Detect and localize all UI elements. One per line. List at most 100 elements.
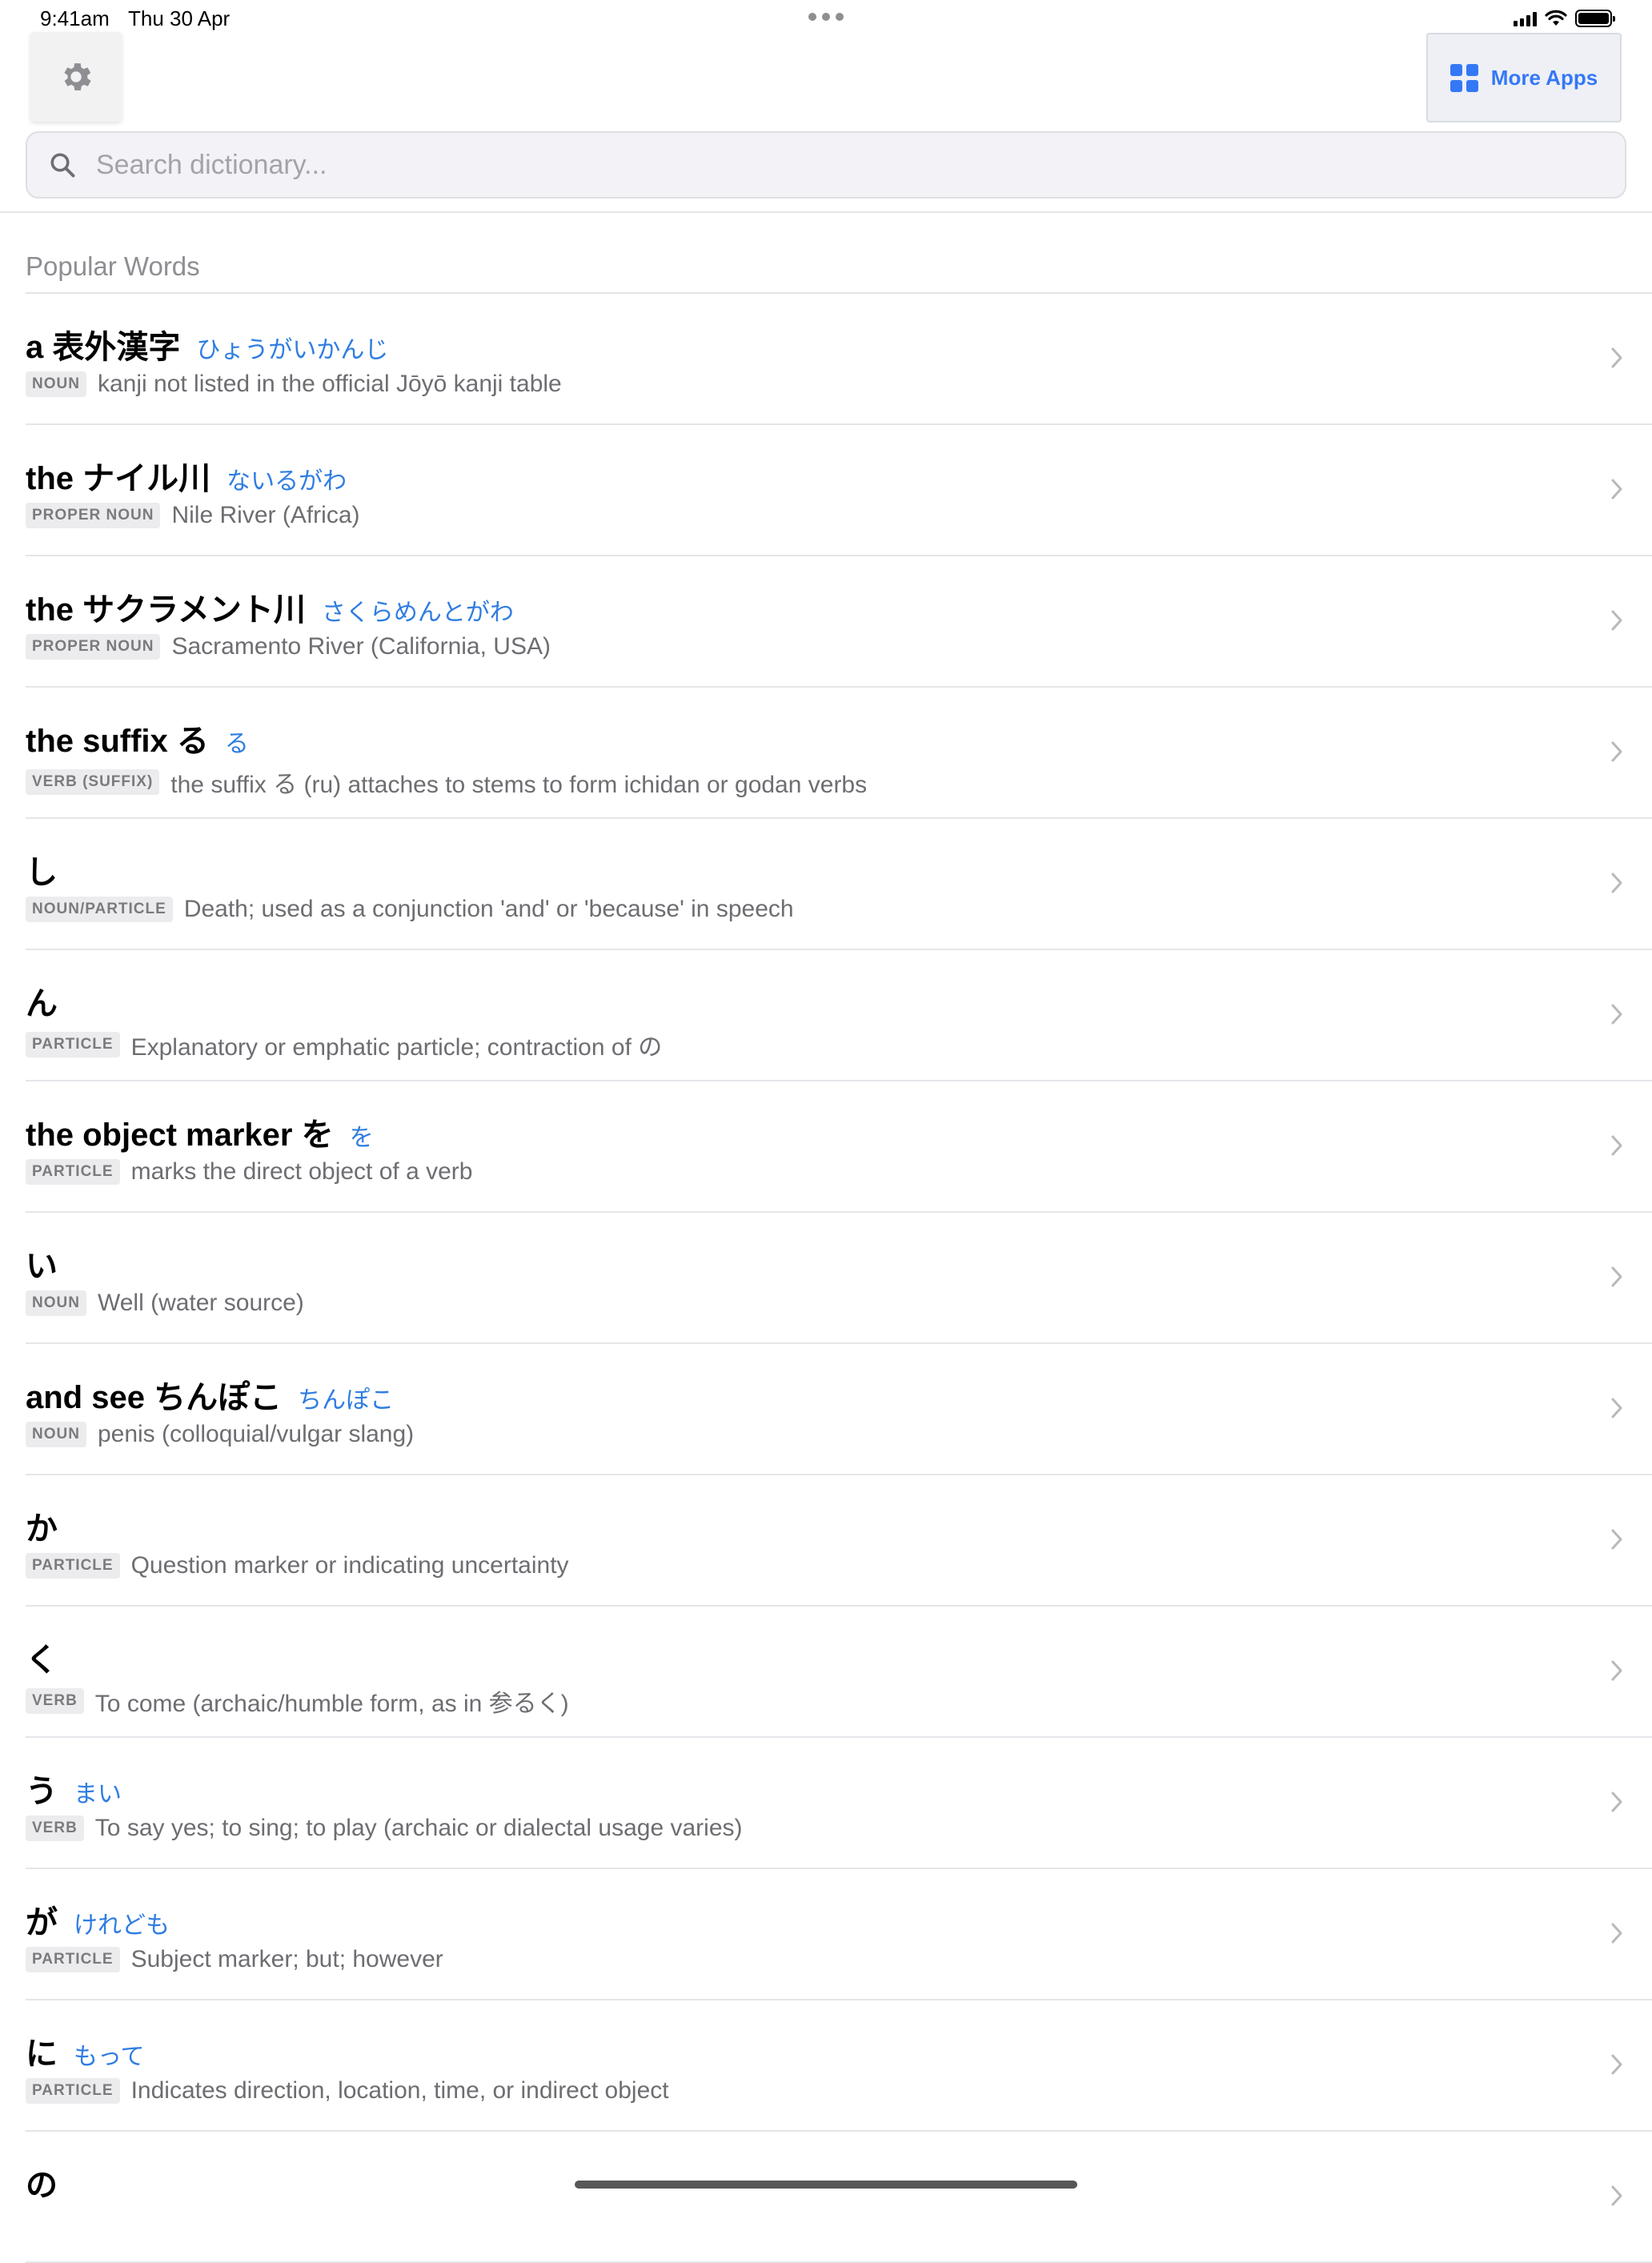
entry-definition: Question marker or indicating uncertaint…: [130, 1552, 569, 1579]
entry-header: and see ちんぽこ ちんぽこ: [26, 1371, 394, 1418]
list-item[interactable]: the ナイル川 ないるがわ PROPER NOUN Nile River (Afri…: [26, 425, 1652, 556]
part-of-speech-badge: PARTICLE: [26, 1947, 120, 1972]
entry-reading: を: [349, 1125, 374, 1151]
list-item[interactable]: a 表外漢字 ひょうがいかんじ NOUN kanji not listed in th…: [26, 294, 1652, 425]
home-indicator[interactable]: [575, 2181, 1077, 2189]
status-indicators: [1514, 8, 1615, 29]
entry-reading: まい: [74, 1781, 122, 1808]
chevron-right-icon: [1611, 1398, 1622, 1418]
entry-term: the suffix る: [26, 724, 209, 759]
entry-reading: ちんぽこ: [298, 1387, 395, 1414]
search-input[interactable]: [94, 148, 1625, 182]
entry-reading: さくらめんとがわ: [321, 600, 514, 626]
entry-definition: Indicates direction, location, time, or …: [130, 2077, 669, 2104]
entry-details: NOUN/PARTICLE Death; used as a conjunctio…: [26, 896, 794, 923]
more-apps-label: More Apps: [1490, 65, 1598, 90]
entry-details: PARTICLE Subject marker; but; however: [26, 1946, 443, 1973]
entry-reading: ないるがわ: [227, 468, 347, 495]
entry-definition: the suffix る (ru) attaches to stems to f…: [170, 772, 868, 798]
part-of-speech-badge: PROPER NOUN: [26, 503, 161, 528]
chevron-right-icon: [1611, 610, 1622, 631]
chevron-right-icon: [1611, 2054, 1622, 2075]
settings-button[interactable]: [30, 32, 122, 122]
multitasking-dots-icon[interactable]: [808, 13, 844, 21]
list-item[interactable]: うまい VERB To say yes; to sing; to play (arc…: [26, 1738, 1652, 1869]
part-of-speech-badge: PROPER NOUN: [26, 634, 161, 660]
entry-term: the ナイル川: [26, 461, 211, 496]
word-list: a 表外漢字 ひょうがいかんじ NOUN kanji not listed in th…: [0, 294, 1652, 2263]
entry-details: PARTICLE Indicates direction, location, t…: [26, 2077, 669, 2105]
wifi-icon: [1545, 10, 1567, 26]
entry-definition: penis (colloquial/vulgar slang): [97, 1421, 415, 1447]
part-of-speech-badge: NOUN: [26, 1290, 86, 1316]
entry-header: うまい: [26, 1765, 122, 1812]
entry-details: PARTICLE Question marker or indicating un…: [26, 1552, 569, 1579]
part-of-speech-badge: VERB (SUFFIX): [26, 769, 160, 795]
list-item[interactable]: and see ちんぽこ ちんぽこ NOUN penis (colloquial/vu…: [26, 1344, 1652, 1475]
list-item[interactable]: にもって PARTICLE Indicates direction, locatio…: [26, 2000, 1652, 2132]
chevron-right-icon: [1611, 1923, 1622, 1944]
entry-details: NOUN penis (colloquial/vulgar slang): [26, 1421, 414, 1448]
search-bar[interactable]: [26, 131, 1626, 199]
entry-definition: Explanatory or emphatic particle; contra…: [130, 1034, 663, 1061]
list-item[interactable]: い NOUN Well (water source): [26, 1213, 1652, 1344]
entry-header: い: [26, 1240, 58, 1286]
list-item[interactable]: く VERB To come (archaic/humble form, as in…: [26, 1607, 1652, 1738]
chevron-right-icon: [1611, 1266, 1622, 1287]
entry-header: がけれども: [26, 1896, 170, 1943]
list-item[interactable]: がけれども PARTICLE Subject marker; but; howeve…: [26, 1869, 1652, 2000]
entry-details: PARTICLE Explanatory or emphatic particle…: [26, 1027, 662, 1062]
entry-reading: る: [224, 731, 249, 757]
part-of-speech-badge: NOUN/PARTICLE: [26, 897, 173, 922]
cellular-signal-icon: [1514, 10, 1537, 26]
list-item[interactable]: の: [26, 2132, 1652, 2263]
list-item[interactable]: the suffix るる VERB (SUFFIX) the suffix る (…: [26, 688, 1652, 819]
entry-reading: もって: [74, 2044, 145, 2070]
entry-header: the suffix るる: [26, 715, 249, 761]
status-bar: 9:41am Thu 30 Apr: [0, 0, 1652, 35]
entry-definition: To say yes; to sing; to play (archaic or…: [94, 1815, 743, 1841]
part-of-speech-badge: VERB: [26, 1816, 84, 1841]
list-item[interactable]: the サクラメント川 さくらめんとがわ PROPER NOUN Sacramento…: [26, 556, 1652, 688]
search-icon: [50, 153, 75, 178]
entry-term: ん: [26, 986, 58, 1021]
part-of-speech-badge: PARTICLE: [26, 1553, 120, 1579]
entry-term: が: [26, 1905, 58, 1940]
entry-term: a 表外漢字: [26, 330, 181, 365]
more-apps-button[interactable]: More Apps: [1426, 33, 1622, 122]
entry-details: NOUN kanji not listed in the official Jōy…: [26, 371, 562, 398]
entry-definition: Death; used as a conjunction 'and' or 'b…: [183, 896, 794, 922]
entry-details: VERB (SUFFIX) the suffix る (ru) attaches …: [26, 764, 867, 800]
entry-header: the ナイル川 ないるがわ: [26, 452, 347, 499]
part-of-speech-badge: PARTICLE: [26, 1032, 120, 1057]
entry-term: い: [26, 1249, 58, 1284]
entry-details: VERB To say yes; to sing; to play (archai…: [26, 1815, 743, 1842]
entry-header: the サクラメント川 さくらめんとがわ: [26, 584, 514, 630]
part-of-speech-badge: NOUN: [26, 1422, 86, 1447]
chevron-right-icon: [1611, 1660, 1622, 1681]
chevron-right-icon: [1611, 1792, 1622, 1812]
list-item[interactable]: し NOUN/PARTICLE Death; used as a conjuncti…: [26, 819, 1652, 950]
list-item[interactable]: the object marker をを PARTICLE marks the di…: [26, 1081, 1652, 1213]
grid-icon: [1450, 63, 1478, 92]
section-title-popular-words: Popular Words: [26, 251, 200, 281]
status-time: 9:41am: [40, 6, 110, 30]
entry-details: PARTICLE marks the direct object of a ver…: [26, 1158, 472, 1186]
chevron-right-icon: [1611, 2185, 1622, 2206]
chevron-right-icon: [1611, 1135, 1622, 1156]
entry-definition: marks the direct object of a verb: [130, 1158, 473, 1185]
list-item[interactable]: か PARTICLE Question marker or indicating u…: [26, 1475, 1652, 1607]
header-divider: [0, 211, 1652, 213]
part-of-speech-badge: PARTICLE: [26, 1159, 120, 1185]
entry-term: し: [26, 855, 58, 890]
entry-details: NOUN Well (water source): [26, 1290, 304, 1317]
entry-header: く: [26, 1634, 58, 1680]
entry-term: か: [26, 1511, 58, 1547]
entry-term: に: [26, 2036, 58, 2072]
entry-definition: Sacramento River (California, USA): [171, 633, 551, 660]
list-item[interactable]: ん PARTICLE Explanatory or emphatic particl…: [26, 950, 1652, 1081]
entry-term: and see ちんぽこ: [26, 1380, 283, 1415]
part-of-speech-badge: VERB: [26, 1688, 84, 1714]
entry-term: く: [26, 1643, 58, 1678]
status-date: Thu 30 Apr: [128, 6, 231, 30]
